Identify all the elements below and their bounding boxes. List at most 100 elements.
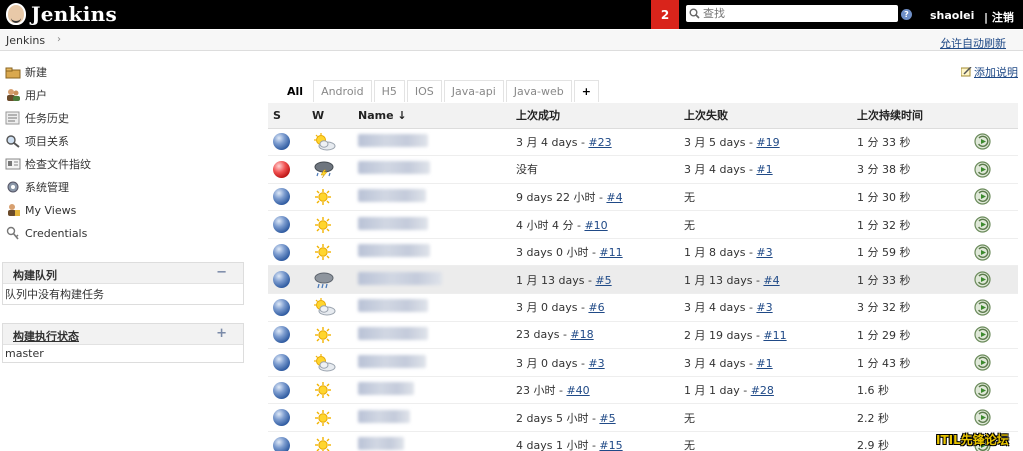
executor-status-title[interactable]: 构建执行状态 bbox=[13, 328, 79, 344]
schedule-build-icon[interactable] bbox=[974, 188, 1018, 206]
weather-cloudy-icon[interactable] bbox=[312, 353, 354, 372]
user-link[interactable]: shaolei bbox=[930, 9, 974, 22]
sidebar-item-history[interactable]: 任务历史 bbox=[4, 109, 69, 127]
weather-sunny-icon[interactable] bbox=[312, 188, 354, 206]
status-blue-ball-icon[interactable] bbox=[273, 298, 290, 316]
tab-java-web[interactable]: Java-web bbox=[505, 80, 572, 102]
jenkins-logo[interactable]: Jenkins bbox=[6, 2, 117, 26]
add-description-link[interactable]: 添加说明 bbox=[961, 64, 1018, 80]
help-icon[interactable]: ? bbox=[901, 9, 912, 20]
col-name-header[interactable]: Name ↓ bbox=[354, 103, 516, 129]
last-failure-build-link[interactable]: #1 bbox=[756, 163, 772, 176]
last-failure-build-link[interactable]: #3 bbox=[756, 301, 772, 314]
breadcrumb-jenkins[interactable]: Jenkins bbox=[6, 34, 45, 47]
tab-java-api[interactable]: Java-api bbox=[443, 80, 504, 102]
weather-cloudy-icon[interactable] bbox=[312, 298, 354, 316]
status-blue-ball-icon[interactable] bbox=[273, 216, 290, 234]
last-failure-build-link[interactable]: #1 bbox=[756, 357, 772, 370]
weather-sunny-icon[interactable] bbox=[312, 216, 354, 234]
sidebar-item-credentials[interactable]: Credentials bbox=[4, 224, 87, 242]
sidebar-item-users[interactable]: 用户 bbox=[4, 86, 47, 104]
status-blue-ball-icon[interactable] bbox=[273, 188, 290, 206]
last-success-build-link[interactable]: #10 bbox=[584, 219, 607, 232]
col-last-failure-header[interactable]: 上次失败 bbox=[684, 103, 857, 129]
collapse-icon[interactable]: − bbox=[216, 265, 227, 280]
col-weather-header[interactable]: W bbox=[300, 103, 354, 129]
schedule-build-icon[interactable] bbox=[974, 354, 1018, 371]
schedule-build-icon[interactable] bbox=[974, 409, 1018, 426]
last-success-build-link[interactable]: #23 bbox=[588, 136, 611, 149]
enable-auto-refresh-link[interactable]: 允许自动刷新 bbox=[940, 35, 1006, 51]
last-success-build-link[interactable]: #6 bbox=[588, 301, 604, 314]
job-name-redacted[interactable] bbox=[358, 437, 404, 451]
job-name-redacted[interactable] bbox=[358, 133, 428, 147]
schedule-build-icon[interactable] bbox=[974, 382, 1018, 399]
status-blue-ball-icon[interactable] bbox=[273, 271, 290, 289]
last-failure-build-link[interactable]: #4 bbox=[763, 274, 779, 287]
schedule-build-icon[interactable] bbox=[974, 271, 1018, 288]
last-success-build-link[interactable]: #5 bbox=[599, 412, 615, 425]
tab-ios[interactable]: IOS bbox=[406, 80, 442, 102]
weather-sunny-icon[interactable] bbox=[312, 436, 354, 451]
status-red-ball-icon[interactable] bbox=[273, 160, 290, 178]
schedule-build-icon[interactable] bbox=[974, 326, 1018, 344]
tab-h5[interactable]: H5 bbox=[373, 80, 405, 102]
status-blue-ball-icon[interactable] bbox=[273, 436, 290, 451]
search-box[interactable] bbox=[686, 5, 898, 22]
status-blue-ball-icon[interactable] bbox=[273, 381, 290, 399]
job-name-redacted[interactable] bbox=[358, 326, 428, 340]
breadcrumb-menu-arrow[interactable]: › bbox=[57, 34, 61, 45]
sidebar-item-manage[interactable]: 系统管理 bbox=[4, 178, 69, 196]
build-queue-title[interactable]: 构建队列 bbox=[13, 267, 57, 283]
schedule-build-icon[interactable] bbox=[974, 299, 1018, 316]
job-name-redacted[interactable] bbox=[358, 354, 426, 368]
col-status-header[interactable]: S bbox=[268, 103, 300, 129]
col-last-success-header[interactable]: 上次成功 bbox=[516, 103, 684, 129]
schedule-build-icon[interactable] bbox=[974, 216, 1018, 233]
last-success-build-link[interactable]: #40 bbox=[566, 384, 589, 397]
notification-badge[interactable]: 2 bbox=[651, 0, 679, 29]
last-failure-build-link[interactable]: #28 bbox=[751, 384, 774, 397]
last-failure-build-link[interactable]: #11 bbox=[763, 329, 786, 342]
last-success-build-link[interactable]: #18 bbox=[570, 328, 593, 341]
schedule-build-icon[interactable] bbox=[974, 244, 1018, 261]
tab-new-view[interactable]: + bbox=[573, 80, 599, 102]
status-blue-ball-icon[interactable] bbox=[273, 326, 290, 344]
job-name-redacted[interactable] bbox=[358, 382, 414, 396]
sidebar-item-project-relationship[interactable]: 项目关系 bbox=[4, 132, 69, 150]
last-success-build-link[interactable]: #11 bbox=[599, 246, 622, 259]
job-name-redacted[interactable] bbox=[358, 409, 410, 423]
expand-icon[interactable]: + bbox=[216, 326, 227, 341]
col-last-duration-header[interactable]: 上次持续时间 bbox=[857, 103, 974, 129]
last-failure-build-link[interactable]: #19 bbox=[756, 136, 779, 149]
tab-all[interactable]: All bbox=[279, 80, 312, 102]
job-name-redacted[interactable] bbox=[358, 161, 430, 175]
search-input[interactable] bbox=[703, 7, 893, 20]
executor-node-master[interactable]: master bbox=[3, 345, 243, 362]
sidebar-item-new[interactable]: 新建 bbox=[4, 63, 47, 81]
logout-link[interactable]: | 注销 bbox=[984, 9, 1014, 25]
job-name-redacted[interactable] bbox=[358, 188, 426, 202]
weather-rainy-icon[interactable] bbox=[312, 271, 354, 289]
job-name-redacted[interactable] bbox=[358, 244, 430, 258]
last-success-build-link[interactable]: #3 bbox=[588, 357, 604, 370]
tab-android[interactable]: Android bbox=[313, 80, 372, 102]
job-name-redacted[interactable] bbox=[358, 271, 442, 285]
sidebar-item-my-views[interactable]: My Views bbox=[4, 201, 76, 219]
job-name-redacted[interactable] bbox=[358, 299, 428, 313]
status-blue-ball-icon[interactable] bbox=[273, 409, 290, 427]
weather-sunny-icon[interactable] bbox=[312, 409, 354, 427]
last-success-build-link[interactable]: #15 bbox=[599, 439, 622, 451]
schedule-build-icon[interactable] bbox=[974, 133, 1018, 150]
sidebar-item-fingerprint[interactable]: 检查文件指纹 bbox=[4, 155, 91, 173]
status-blue-ball-icon[interactable] bbox=[273, 243, 290, 261]
schedule-build-icon[interactable] bbox=[974, 161, 1018, 178]
weather-sunny-icon[interactable] bbox=[312, 326, 354, 344]
status-blue-ball-icon[interactable] bbox=[273, 354, 290, 372]
weather-cloudy-icon[interactable] bbox=[312, 132, 354, 151]
weather-sunny-icon[interactable] bbox=[312, 381, 354, 399]
last-success-build-link[interactable]: #5 bbox=[595, 274, 611, 287]
last-failure-build-link[interactable]: #3 bbox=[756, 246, 772, 259]
job-name-redacted[interactable] bbox=[358, 216, 428, 230]
last-success-build-link[interactable]: #4 bbox=[606, 191, 622, 204]
